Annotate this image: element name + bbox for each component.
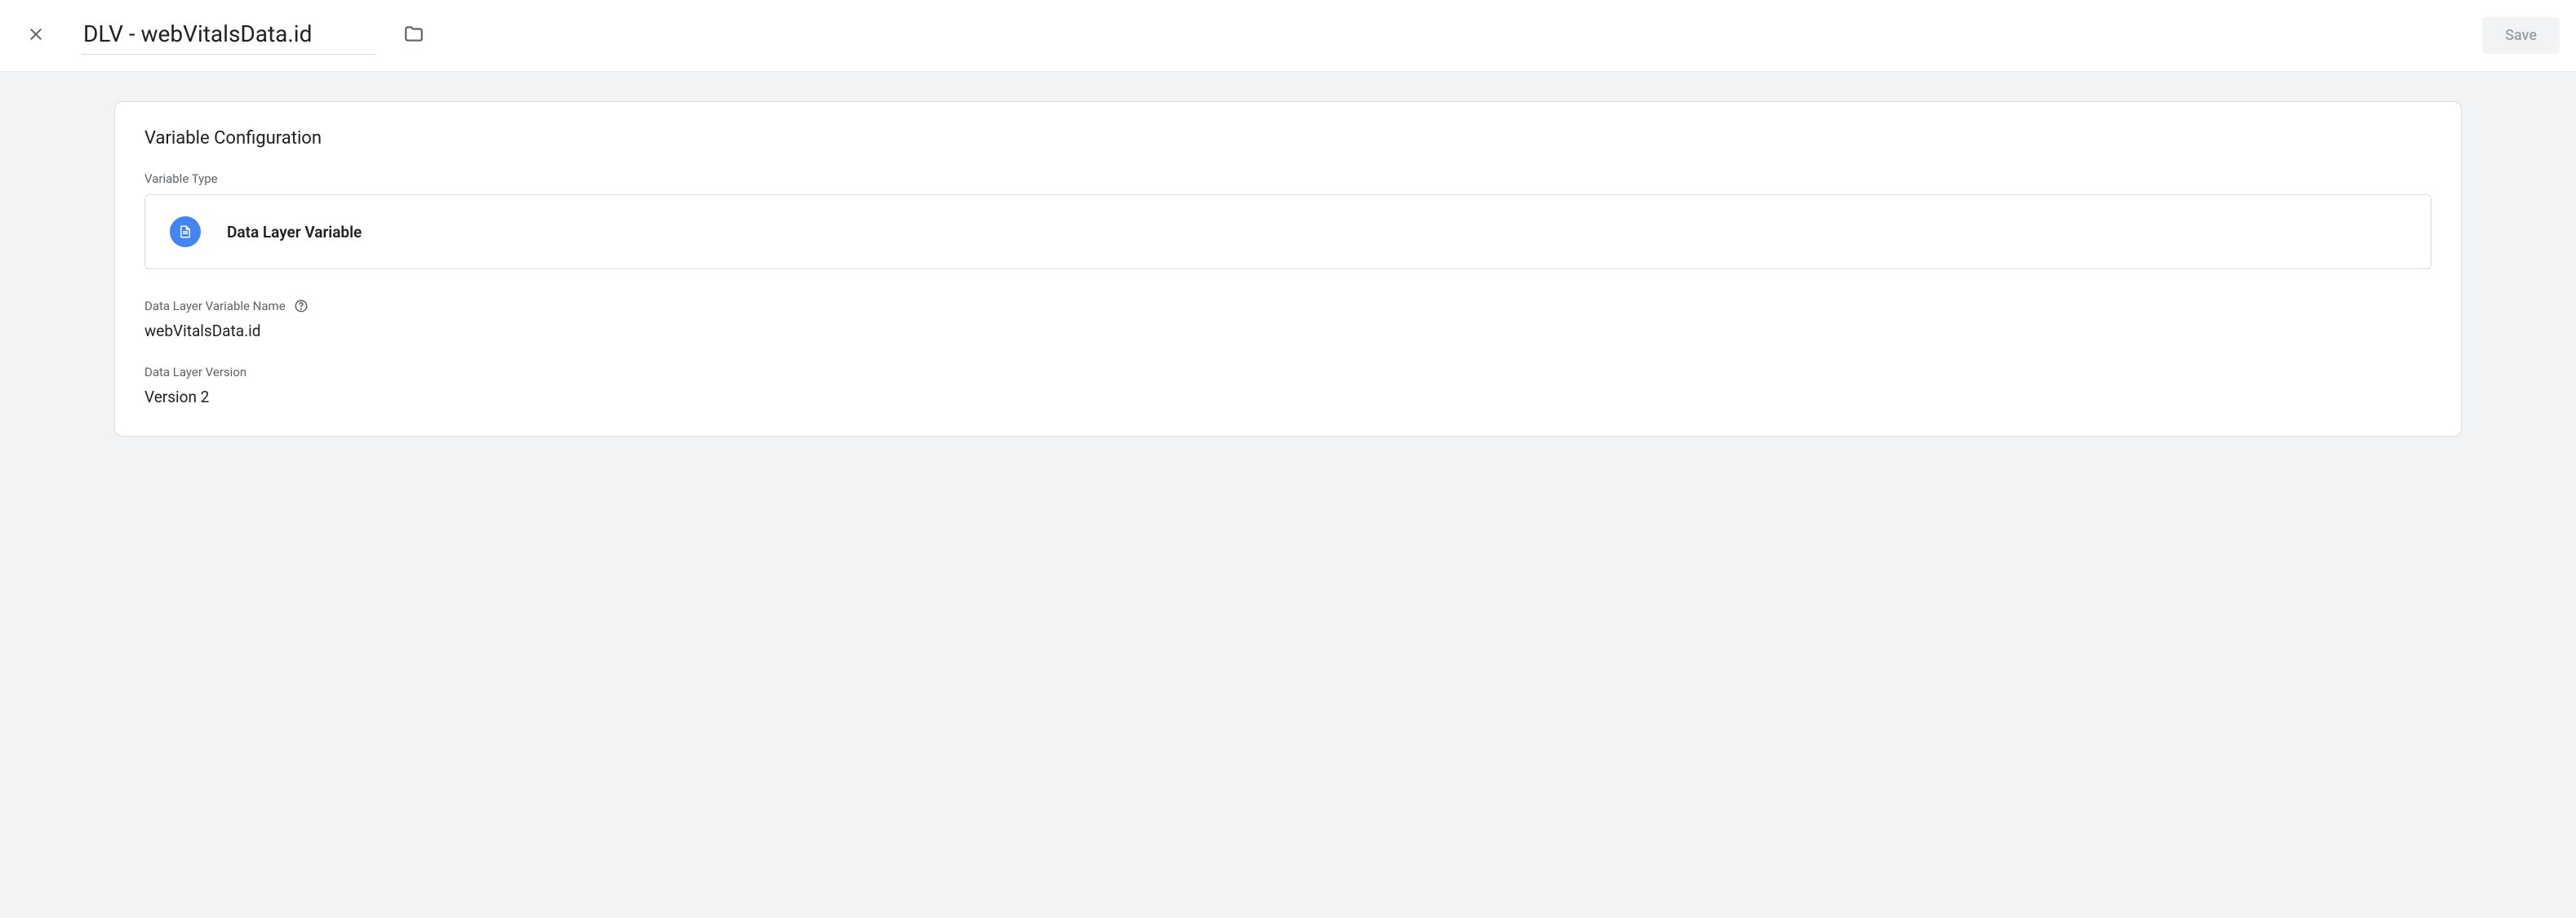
variable-configuration-card: Variable Configuration Variable Type Dat… (114, 101, 2462, 437)
close-icon (26, 24, 46, 47)
data-layer-variable-icon (170, 216, 201, 247)
variable-name-input[interactable] (82, 17, 376, 55)
folder-icon (403, 24, 424, 47)
header: Save (0, 0, 2576, 72)
folder-button[interactable] (396, 18, 432, 54)
variable-type-label: Variable Type (144, 171, 2432, 186)
variable-type-selector[interactable]: Data Layer Variable (144, 194, 2432, 269)
help-icon[interactable] (294, 299, 309, 313)
dlv-version-label: Data Layer Version (144, 365, 2432, 379)
dlv-name-value: webVitalsData.id (144, 322, 2432, 340)
title-wrap (82, 17, 432, 55)
dlv-version-value: Version 2 (144, 388, 2432, 406)
content-area: Variable Configuration Variable Type Dat… (0, 72, 2576, 918)
variable-type-name: Data Layer Variable (227, 223, 362, 242)
dlv-name-label: Data Layer Variable Name (144, 299, 2432, 313)
card-title: Variable Configuration (144, 128, 2432, 149)
save-button[interactable]: Save (2482, 17, 2560, 54)
close-button[interactable] (16, 16, 56, 55)
